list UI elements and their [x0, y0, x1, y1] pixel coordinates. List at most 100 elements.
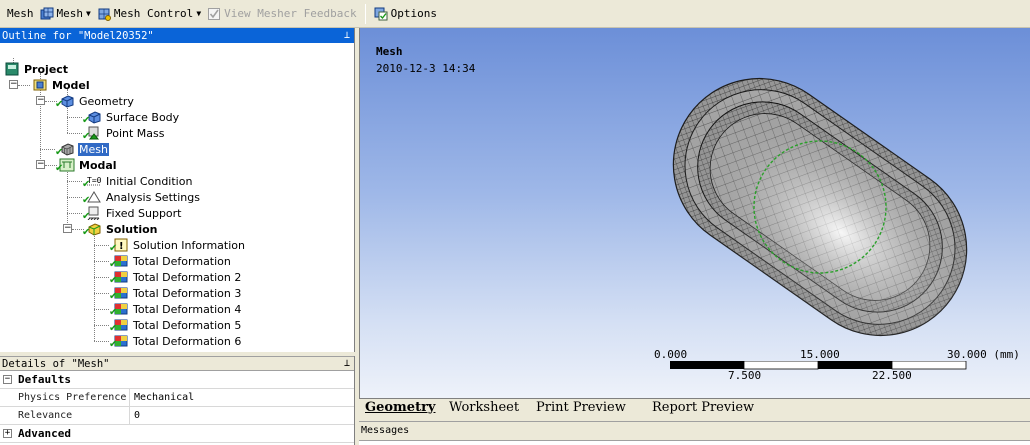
tree-line: [94, 261, 109, 262]
tree-line: [94, 309, 109, 310]
outline-tree: − − − − Project Model Geometry ✔ Surface…: [0, 43, 354, 352]
tree-node-total-deformation-4[interactable]: Total Deformation 4: [113, 301, 242, 317]
options-button[interactable]: Options: [371, 3, 440, 25]
outline-title: Outline for "Model20352": [2, 29, 154, 42]
tree-line: [67, 181, 82, 182]
outline-title-bar: Outline for "Model20352" ⊥: [0, 28, 354, 43]
tree-node-point-mass[interactable]: Point Mass: [86, 125, 166, 141]
tree-node-project[interactable]: Project: [4, 61, 69, 77]
tree-node-label: Project: [24, 62, 69, 76]
collapse-toggle-geometry[interactable]: −: [36, 96, 45, 105]
tree-node-surface-body[interactable]: Surface Body: [86, 109, 180, 125]
tree-node-label: Solution Information: [133, 238, 245, 252]
property-value[interactable]: 0: [130, 410, 140, 421]
tree-node-total-deformation[interactable]: Total Deformation: [113, 253, 232, 269]
checkbox-icon: [207, 7, 221, 21]
property-name: Relevance: [0, 407, 130, 424]
tab-report-preview[interactable]: Report Preview: [648, 399, 754, 416]
tree-node-total-deformation-5[interactable]: Total Deformation 5: [113, 317, 242, 333]
tab-geometry[interactable]: Geometry: [361, 399, 435, 416]
tree-node-label: Total Deformation 3: [133, 286, 242, 300]
options-label: Options: [390, 7, 437, 20]
view-tabs: Geometry Worksheet Print Preview Report …: [359, 398, 1030, 416]
messages-title: Messages: [361, 425, 410, 436]
tree-node-total-deformation-3[interactable]: Total Deformation 3: [113, 285, 242, 301]
checkmark-icon: ✔: [109, 339, 118, 350]
tree-line: [67, 213, 82, 214]
pin-icon[interactable]: ⊥: [344, 358, 350, 369]
tree-line: [94, 341, 109, 342]
scale-label: 15.000: [800, 348, 840, 361]
tree-node-fixed-support[interactable]: Fixed Support: [86, 205, 183, 221]
options-icon: [374, 7, 388, 21]
scale-label: 30.000 (mm): [947, 348, 1020, 361]
mesh-model[interactable]: [360, 28, 1030, 348]
collapse-toggle-solution[interactable]: −: [63, 224, 72, 233]
tree-node-geometry[interactable]: Geometry: [59, 93, 135, 109]
model-icon: [32, 78, 48, 92]
details-panel: Details of "Mesh" ⊥ − Defaults Physics P…: [0, 356, 355, 445]
scale-label: 0.000: [654, 348, 688, 361]
tree-node-modal[interactable]: Modal: [59, 157, 118, 173]
scale-label: 22.500: [872, 369, 912, 382]
property-value[interactable]: Mechanical: [130, 392, 194, 403]
outline-panel: Outline for "Model20352" ⊥ − − − − Proje…: [0, 28, 355, 352]
tree-node-analysis-settings[interactable]: Analysis Settings: [86, 189, 201, 205]
tree-node-solution-information[interactable]: ! Solution Information: [113, 237, 246, 253]
details-group-defaults[interactable]: − Defaults: [0, 371, 354, 389]
tree-node-solution[interactable]: Solution: [86, 221, 159, 237]
tree-node-label: Fixed Support: [106, 206, 182, 220]
expand-toggle[interactable]: +: [3, 429, 12, 438]
tree-line: [94, 325, 109, 326]
tree-node-label: Surface Body: [106, 110, 180, 124]
chevron-down-icon: ▼: [86, 9, 91, 18]
mesh-control-button[interactable]: Mesh Control ▼: [94, 3, 204, 25]
property-name: Physics Preference: [0, 389, 130, 406]
details-title: Details of "Mesh": [2, 357, 110, 370]
collapse-toggle[interactable]: −: [3, 375, 12, 384]
svg-text:!: !: [119, 241, 124, 252]
tree-node-label: Modal: [79, 158, 117, 172]
mesh-menu-button[interactable]: Mesh ▼: [37, 3, 94, 25]
tree-line: [67, 169, 68, 229]
tree-node-label: Total Deformation: [133, 254, 231, 268]
tree-node-initial-condition[interactable]: T=0 Initial Condition: [86, 173, 193, 189]
group-label: Advanced: [18, 427, 71, 440]
messages-list[interactable]: [359, 440, 1030, 445]
details-row-physics-preference[interactable]: Physics Preference Mechanical: [0, 389, 354, 407]
tree-node-model[interactable]: Model: [32, 77, 91, 93]
mesh-menu-label: Mesh: [56, 7, 84, 20]
mesh-toolbar-label[interactable]: Mesh: [4, 3, 37, 25]
collapse-toggle-model[interactable]: −: [9, 80, 18, 89]
tree-line: [94, 245, 109, 246]
details-title-bar: Details of "Mesh" ⊥: [0, 356, 354, 371]
tree-node-total-deformation-2[interactable]: Total Deformation 2: [113, 269, 242, 285]
tree-node-label: Initial Condition: [106, 174, 193, 188]
tab-print-preview[interactable]: Print Preview: [532, 399, 626, 416]
tree-line: [40, 149, 55, 150]
tab-worksheet[interactable]: Worksheet: [445, 399, 519, 416]
group-label: Defaults: [18, 373, 71, 386]
details-row-relevance[interactable]: Relevance 0: [0, 407, 354, 425]
view-mesher-feedback-label: View Mesher Feedback: [224, 7, 357, 20]
collapse-toggle-modal[interactable]: −: [36, 160, 45, 169]
tree-node-total-deformation-6[interactable]: Total Deformation 6: [113, 333, 242, 349]
messages-panel: Messages: [359, 421, 1030, 445]
tree-node-label: Point Mass: [106, 126, 165, 140]
checkmark-icon: ✔: [55, 99, 64, 110]
tree-line: [94, 293, 109, 294]
pin-icon[interactable]: ⊥: [344, 30, 350, 41]
details-group-advanced[interactable]: + Advanced: [0, 425, 354, 443]
tree-line: [67, 117, 82, 118]
tree-line: [67, 133, 82, 134]
tree-node-label: Mesh: [78, 142, 109, 156]
tree-node-mesh[interactable]: Mesh: [59, 141, 109, 157]
tree-node-label: Total Deformation 2: [133, 270, 242, 284]
graphics-viewport[interactable]: Mesh 2010-12-3 14:34 0.000 15.000 30.000…: [359, 28, 1030, 398]
tree-line: [94, 277, 109, 278]
scale-bar: [670, 361, 967, 370]
mesh-control-icon: [97, 7, 111, 21]
tree-node-label: Solution: [106, 222, 158, 236]
view-mesher-feedback-button[interactable]: View Mesher Feedback: [204, 3, 359, 25]
mesh-control-label: Mesh Control: [113, 7, 194, 20]
